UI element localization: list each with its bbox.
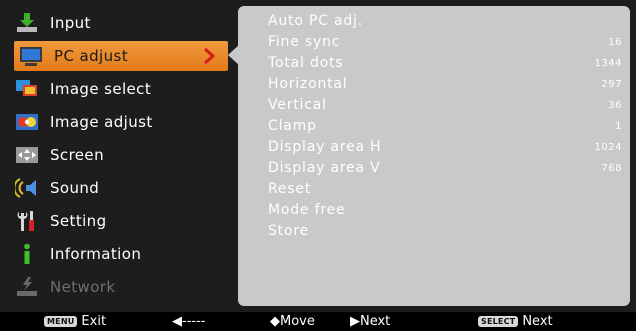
- option-value: 297: [601, 78, 622, 90]
- chevron-right-icon: [202, 47, 216, 65]
- menu-item-label: PC adjust: [54, 47, 128, 65]
- option-reset[interactable]: Reset: [268, 179, 622, 199]
- menu-item-label: Sound: [50, 179, 100, 197]
- option-label: Display area H: [268, 139, 382, 155]
- speaker-icon: [14, 176, 40, 200]
- key-guide-bar: MENU Exit ◀----- ◆Move ▶Next SELECT Next: [0, 312, 636, 331]
- back-label: ◀-----: [172, 314, 206, 329]
- main-menu: Input PC adjust Image select Image adjus…: [6, 6, 234, 306]
- option-horizontal[interactable]: Horizontal 297: [268, 74, 622, 94]
- next-hint: ▶Next: [350, 313, 390, 330]
- menu-item-pc-adjust[interactable]: PC adjust: [14, 41, 228, 71]
- option-mode-free[interactable]: Mode free: [268, 200, 622, 220]
- menu-button-badge: MENU: [44, 316, 78, 327]
- menu-item-label: Information: [50, 245, 142, 263]
- option-fine-sync[interactable]: Fine sync 16: [268, 32, 622, 52]
- option-label: Auto PC adj.: [268, 13, 364, 29]
- option-auto-pc-adj[interactable]: Auto PC adj.: [268, 11, 622, 31]
- screen-icon: [14, 143, 40, 167]
- tools-icon: [14, 209, 40, 233]
- option-value: 36: [608, 99, 622, 111]
- option-label: Clamp: [268, 118, 317, 134]
- select-button-badge: SELECT: [478, 316, 519, 327]
- next-label: ▶Next: [350, 314, 391, 329]
- menu-item-setting[interactable]: Setting: [10, 206, 232, 236]
- exit-hint: MENU Exit: [44, 313, 106, 330]
- menu-item-label: Image adjust: [50, 113, 153, 131]
- option-display-area-h[interactable]: Display area H 1024: [268, 137, 622, 157]
- back-hint: ◀-----: [172, 313, 205, 330]
- menu-item-label: Image select: [50, 80, 152, 98]
- menu-item-label: Input: [50, 14, 91, 32]
- menu-item-information[interactable]: Information: [10, 239, 232, 269]
- image-select-icon: [14, 77, 40, 101]
- option-label: Total dots: [268, 55, 344, 71]
- option-label: Mode free: [268, 202, 346, 218]
- option-label: Vertical: [268, 97, 327, 113]
- move-hint: ◆Move: [270, 313, 315, 330]
- image-adjust-icon: [14, 110, 40, 134]
- option-value: 768: [601, 162, 622, 174]
- option-store[interactable]: Store: [268, 221, 622, 241]
- pc-adjust-panel: Auto PC adj. Fine sync 16 Total dots 134…: [238, 6, 630, 306]
- menu-item-label: Screen: [50, 146, 104, 164]
- menu-item-sound[interactable]: Sound: [10, 173, 232, 203]
- select-next-hint: SELECT Next: [478, 313, 553, 330]
- projector-osd: Input PC adjust Image select Image adjus…: [0, 0, 636, 331]
- option-label: Horizontal: [268, 76, 348, 92]
- menu-item-label: Setting: [50, 212, 107, 230]
- menu-item-input[interactable]: Input: [10, 8, 232, 38]
- monitor-icon: [18, 44, 44, 68]
- option-value: 1024: [594, 141, 622, 153]
- move-label: ◆Move: [270, 314, 315, 329]
- menu-item-network: Network: [10, 272, 232, 302]
- input-arrow-icon: [14, 11, 40, 35]
- option-label: Reset: [268, 181, 312, 197]
- option-display-area-v[interactable]: Display area V 768: [268, 158, 622, 178]
- option-vertical[interactable]: Vertical 36: [268, 95, 622, 115]
- menu-item-image-select[interactable]: Image select: [10, 74, 232, 104]
- option-value: 16: [608, 36, 622, 48]
- option-clamp[interactable]: Clamp 1: [268, 116, 622, 136]
- option-value: 1: [615, 120, 622, 132]
- menu-item-screen[interactable]: Screen: [10, 140, 232, 170]
- network-icon: [14, 275, 40, 299]
- menu-item-label: Network: [50, 278, 116, 296]
- option-value: 1344: [594, 57, 622, 69]
- option-label: Fine sync: [268, 34, 341, 50]
- select-next-label: Next: [522, 314, 553, 329]
- info-icon: [14, 242, 40, 266]
- menu-item-image-adjust[interactable]: Image adjust: [10, 107, 232, 137]
- option-label: Display area V: [268, 160, 381, 176]
- exit-label: Exit: [81, 314, 107, 329]
- option-total-dots[interactable]: Total dots 1344: [268, 53, 622, 73]
- option-label: Store: [268, 223, 310, 239]
